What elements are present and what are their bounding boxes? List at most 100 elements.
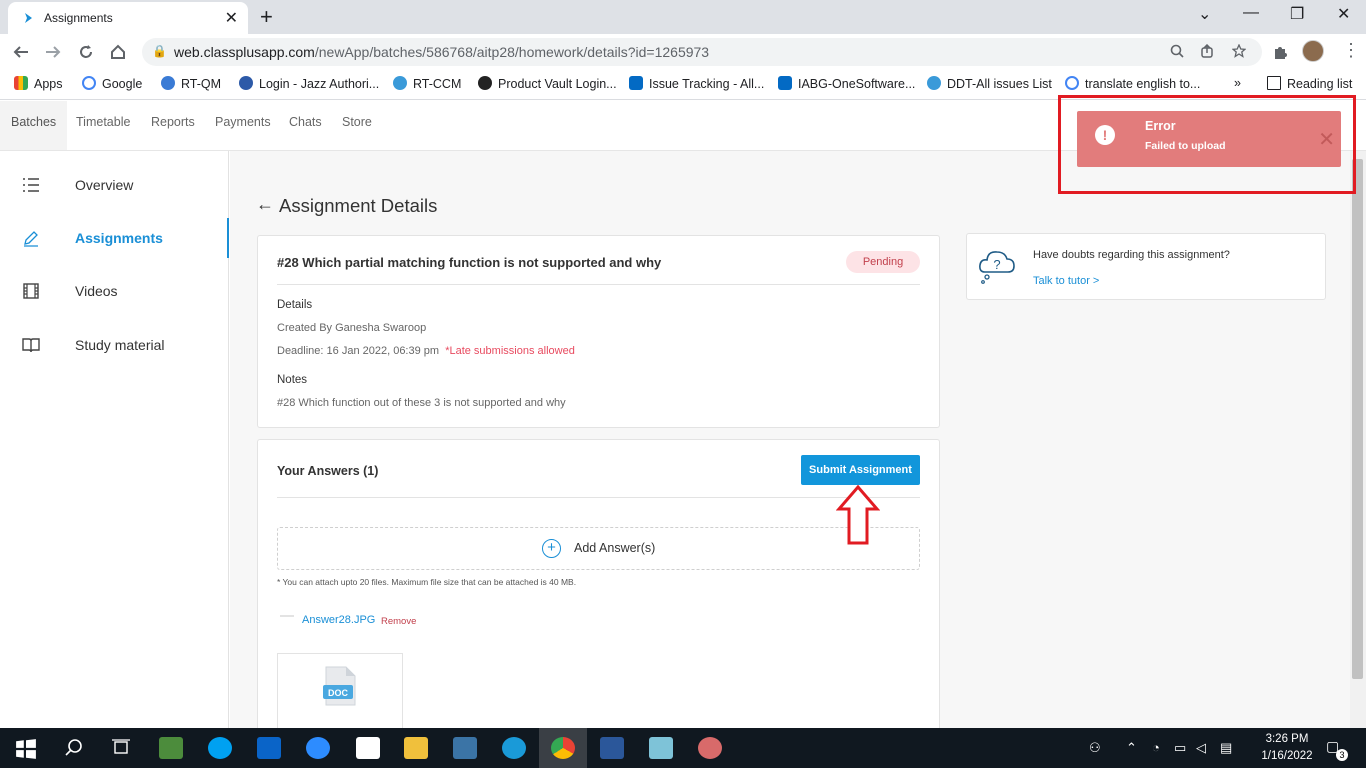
url-text[interactable]: web.classplusapp.com/newApp/batches/5867…	[174, 44, 709, 60]
sharepoint-icon	[629, 76, 643, 90]
bookmark-issue-tracking[interactable]: Issue Tracking - All...	[629, 76, 764, 91]
extensions-icon[interactable]	[1272, 44, 1288, 60]
browser-toolbar: 🔒 web.classplusapp.com/newApp/batches/58…	[0, 34, 1366, 70]
close-window-button[interactable]: ✕	[1337, 4, 1350, 24]
tab-close-icon[interactable]: ✕	[225, 8, 238, 28]
list-icon	[23, 178, 39, 192]
doubts-card: ? Have doubts regarding this assignment?…	[966, 233, 1326, 300]
menu-store[interactable]: Store	[342, 115, 372, 129]
chrome-menu-icon[interactable]: ⋮	[1342, 40, 1360, 61]
volume-icon[interactable]: ◁	[1196, 740, 1206, 756]
bookmark-label: RT-QM	[181, 77, 222, 91]
profile-avatar[interactable]	[1302, 40, 1324, 62]
menu-reports[interactable]: Reports	[151, 115, 195, 129]
outlook-icon[interactable]	[257, 737, 281, 759]
keyboard-icon[interactable]: ▤	[1220, 740, 1232, 756]
notepad-plus-icon[interactable]	[159, 737, 183, 759]
bookmark-rt-ccm[interactable]: RT-CCM	[393, 76, 461, 91]
annotation-arrow-icon	[836, 485, 880, 545]
bookmark-product-vault[interactable]: Product Vault Login...	[478, 76, 617, 91]
bookmarks-overflow-button[interactable]: »	[1234, 76, 1241, 90]
add-answer-button[interactable]: + Add Answer(s)	[277, 527, 920, 570]
reading-list-label: Reading list	[1287, 77, 1353, 91]
people-icon[interactable]: ⚇	[1089, 740, 1101, 756]
menu-timetable[interactable]: Timetable	[76, 115, 130, 129]
chevron-up-icon[interactable]: ⌃	[1126, 740, 1137, 756]
python-icon[interactable]	[453, 737, 477, 759]
chrome-icon	[551, 737, 575, 759]
browser-tab[interactable]: Assignments ✕	[8, 2, 248, 34]
doc-type-label: DOC	[328, 688, 349, 698]
sharepoint-icon	[778, 76, 792, 90]
address-bar[interactable]: 🔒 web.classplusapp.com/newApp/batches/58…	[142, 38, 1262, 66]
bookmark-iabg[interactable]: IABG-OneSoftware...	[778, 76, 915, 91]
status-badge: Pending	[846, 251, 920, 273]
remove-file-link[interactable]: Remove	[381, 616, 416, 627]
restore-window-button[interactable]: ❐	[1290, 4, 1304, 24]
sidebar-item-videos[interactable]: Videos	[0, 271, 229, 311]
snipping-tool-icon[interactable]	[698, 737, 722, 759]
skype-icon[interactable]	[208, 737, 232, 759]
apps-grid-icon	[14, 76, 28, 90]
upload-limit-note: * You can attach upto 20 files. Maximum …	[277, 577, 577, 587]
created-by: Created By Ganesha Swaroop	[277, 322, 427, 334]
divider	[277, 497, 920, 498]
film-icon	[23, 283, 39, 299]
page-scrollbar[interactable]	[1350, 151, 1366, 728]
sidebar-item-assignments[interactable]: Assignments	[0, 218, 229, 258]
bookmark-translate[interactable]: translate english to...	[1065, 76, 1200, 91]
bookmark-label: Product Vault Login...	[498, 77, 617, 91]
sidebar-item-overview[interactable]: Overview	[0, 165, 229, 205]
scrollbar-thumb[interactable]	[1352, 159, 1363, 679]
file-thumbnail[interactable]: DOC	[277, 653, 403, 733]
bookmark-google[interactable]: Google	[82, 76, 142, 91]
notes-app-icon[interactable]	[649, 737, 673, 759]
wifi-icon[interactable]: ◔	[1152, 740, 1160, 755]
zoom-icon[interactable]	[1170, 44, 1184, 58]
battery-icon[interactable]: ▭	[1174, 740, 1186, 756]
jazz-icon	[239, 76, 253, 90]
reading-list-button[interactable]: Reading list	[1267, 76, 1352, 91]
search-icon[interactable]	[62, 737, 86, 759]
chrome-taskbar-active[interactable]	[539, 728, 587, 768]
sidebar-item-study-material[interactable]: Study material	[0, 325, 229, 365]
sticky-notes-icon[interactable]	[356, 737, 380, 759]
share-icon[interactable]	[1200, 44, 1214, 58]
sidebar-item-label: Assignments	[75, 230, 163, 246]
lock-icon: 🔒	[152, 44, 167, 58]
reload-icon[interactable]	[77, 43, 95, 61]
answers-card: Your Answers (1) Submit Assignment + Add…	[257, 439, 940, 739]
menu-batches[interactable]: Batches	[0, 101, 68, 150]
notes-label: Notes	[277, 374, 308, 386]
task-view-icon[interactable]	[109, 737, 133, 759]
submit-assignment-button[interactable]: Submit Assignment	[801, 455, 920, 485]
bookmark-apps[interactable]: Apps	[14, 76, 63, 91]
edge-icon[interactable]	[502, 737, 526, 759]
bookmark-rt-qm[interactable]: RT-QM	[161, 76, 221, 91]
bookmark-jazz-login[interactable]: Login - Jazz Authori...	[239, 76, 379, 91]
jazz-icon	[927, 76, 941, 90]
back-arrow-icon[interactable]: ←	[256, 194, 274, 215]
bookmark-ddt[interactable]: DDT-All issues List	[927, 76, 1052, 91]
tab-search-icon[interactable]: ⌄	[1198, 4, 1211, 24]
forward-icon[interactable]	[44, 43, 62, 61]
home-icon[interactable]	[109, 43, 127, 61]
word-icon[interactable]	[600, 737, 624, 759]
back-icon[interactable]	[12, 43, 30, 61]
file-explorer-icon[interactable]	[404, 737, 428, 759]
bookmark-label: Login - Jazz Authori...	[259, 77, 380, 91]
new-tab-button[interactable]: +	[260, 4, 273, 30]
jazz-icon	[161, 76, 175, 90]
menu-payments[interactable]: Payments	[215, 115, 271, 129]
attached-file-link[interactable]: Answer28.JPG	[302, 614, 375, 626]
talk-to-tutor-link[interactable]: Talk to tutor >	[1033, 275, 1099, 287]
windows-start-icon[interactable]	[14, 738, 38, 760]
question-mark: ?	[993, 257, 1000, 272]
bookmark-star-icon[interactable]	[1232, 44, 1246, 58]
annotation-highlight-box	[1058, 95, 1356, 194]
minimize-window-button[interactable]: —	[1243, 4, 1259, 22]
zoom-app-icon[interactable]	[306, 737, 330, 759]
file-progress-bar	[280, 615, 294, 617]
system-clock[interactable]: 3:26 PM 1/16/2022	[1252, 731, 1322, 765]
menu-chats[interactable]: Chats	[289, 115, 322, 129]
